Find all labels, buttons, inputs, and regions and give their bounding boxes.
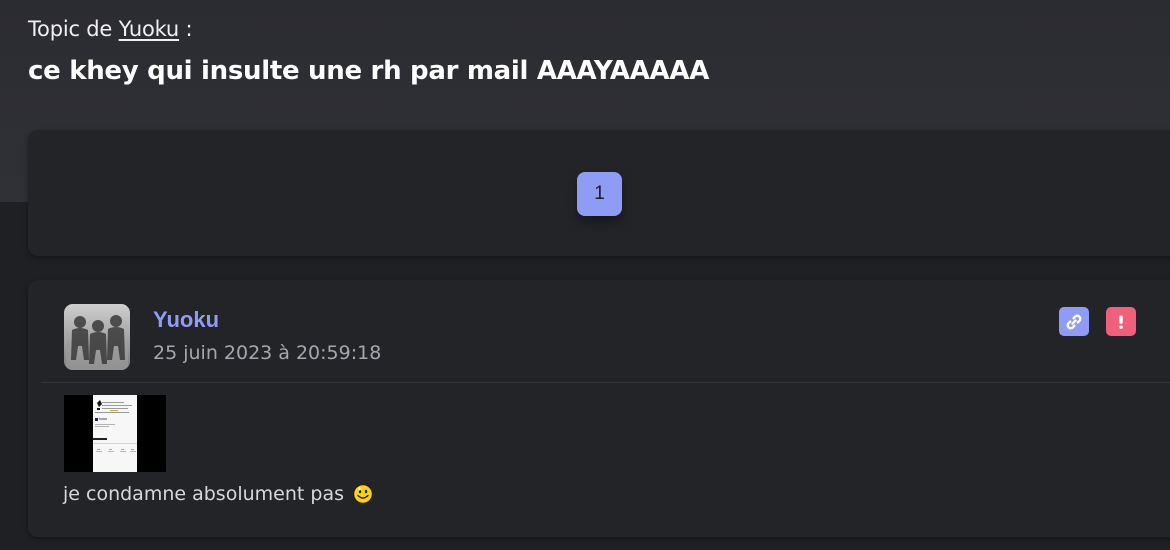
smile-emoji-icon <box>352 483 374 505</box>
topic-author-link[interactable]: Yuoku <box>119 17 180 41</box>
permalink-button[interactable] <box>1059 307 1089 336</box>
post-image-thumbnail[interactable] <box>64 395 166 472</box>
post-message-text: je condamne absolument pas <box>63 483 344 505</box>
screenshot-thumbnail-image <box>64 395 166 472</box>
topic-prefix: Topic de <box>28 17 113 41</box>
post-divider <box>41 382 1170 383</box>
page-button-1[interactable]: 1 <box>577 172 622 216</box>
post-card: Yuoku 25 juin 2023 à 20:59:18 je condamn… <box>28 280 1170 537</box>
report-button[interactable] <box>1106 307 1136 336</box>
post-message: je condamne absolument pas <box>63 483 374 505</box>
avatar-image <box>64 304 130 370</box>
post-date: 25 juin 2023 à 20:59:18 <box>153 342 382 364</box>
post-author-name[interactable]: Yuoku <box>153 307 219 333</box>
topic-author-line: Topic de Yuoku : <box>28 17 193 41</box>
pagination-card: 1 <box>28 130 1170 256</box>
avatar[interactable] <box>64 304 130 370</box>
link-icon <box>1066 314 1082 329</box>
page-title: ce khey qui insulte une rh par mail AAAY… <box>28 56 710 86</box>
alert-icon <box>1119 315 1123 329</box>
topic-suffix: : <box>185 17 193 41</box>
